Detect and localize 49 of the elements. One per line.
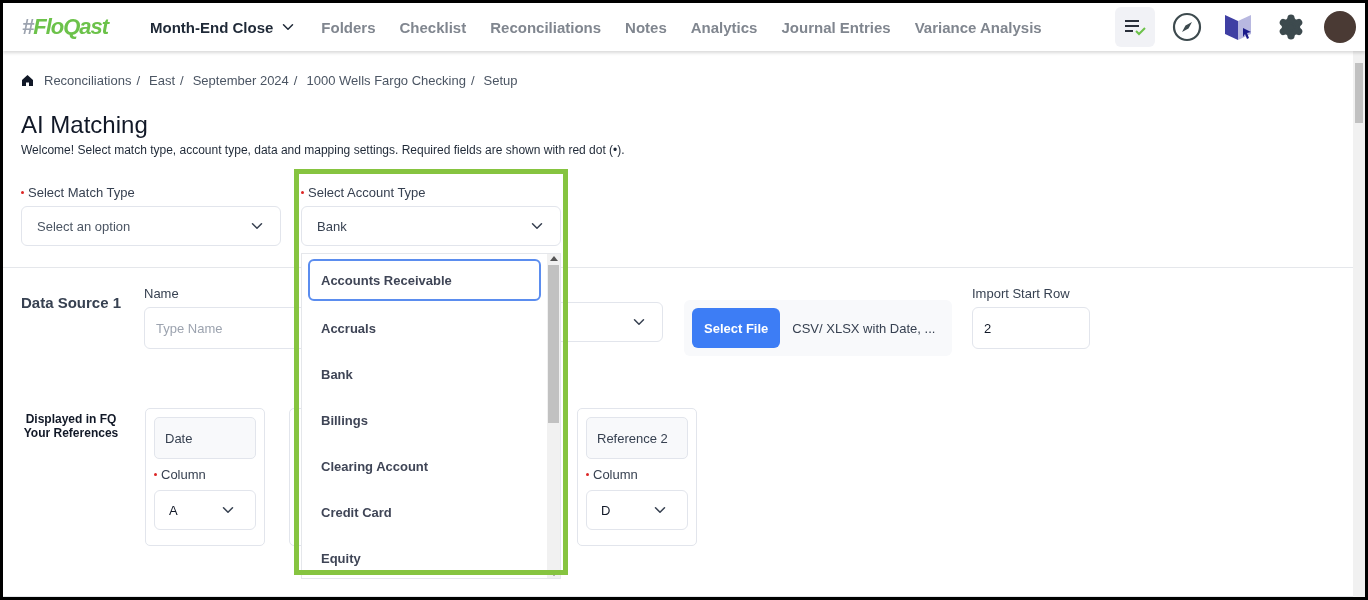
match-type-label: Select Match Type <box>21 185 281 200</box>
file-hint: CSV/ XLSX with Date, ... <box>792 320 936 336</box>
breadcrumb-link[interactable]: Reconciliations <box>44 72 132 88</box>
nav-link[interactable]: Reconciliations <box>490 18 602 36</box>
account-type-label: Select Account Type <box>301 185 561 200</box>
breadcrumb-separator: / <box>293 72 298 88</box>
breadcrumb-link[interactable]: 1000 Wells Fargo Checking <box>306 72 466 88</box>
breadcrumb-separator: / <box>180 72 184 88</box>
import-start-row-label: Import Start Row <box>972 286 1071 301</box>
breadcrumb-link[interactable]: Setup <box>483 72 518 88</box>
column-label: Column <box>154 467 256 482</box>
menu-option[interactable]: Credit Card <box>308 489 541 535</box>
nav-link[interactable]: Journal Entries <box>781 18 891 36</box>
nav-link[interactable]: Folders <box>321 18 376 36</box>
mapping-heading: Your References <box>23 426 119 440</box>
home-icon[interactable] <box>21 73 34 87</box>
section-title: Data Source 1 <box>21 294 123 311</box>
page-description: Welcome! Select match type, account type, data and mapping settings. Required fields are shown with red dot (•). <box>21 143 626 157</box>
import-start-row-input[interactable]: 2 <box>972 307 1090 349</box>
user-avatar[interactable] <box>1324 11 1356 43</box>
menu-option[interactable]: Clearing Account <box>308 443 541 489</box>
name-label: Name <box>144 286 180 301</box>
menu-option[interactable]: Accounts Receivable <box>308 259 541 301</box>
reference-name: Reference 2 <box>586 417 688 459</box>
workspace-dropdown[interactable]: Month-End Close <box>150 18 298 36</box>
column-select[interactable]: A <box>154 490 256 530</box>
match-type-select[interactable]: Select an option <box>21 206 281 246</box>
nav-link[interactable]: Checklist <box>399 18 467 36</box>
scroll-up-icon[interactable] <box>549 256 558 261</box>
column-label: Column <box>586 467 688 482</box>
select-file-button[interactable]: Select File <box>692 308 781 348</box>
nav-link[interactable]: Variance Analysis <box>914 18 1042 36</box>
breadcrumb-separator: / <box>136 72 141 88</box>
menu-option[interactable]: Billings <box>308 397 541 443</box>
breadcrumb-link[interactable]: September 2024 <box>192 72 289 88</box>
page-scrollbar[interactable] <box>1353 51 1365 597</box>
menu-option[interactable]: Bank <box>308 351 541 397</box>
breadcrumb-separator: / <box>470 72 475 88</box>
menu-scrollbar[interactable] <box>547 254 560 578</box>
reference-name: Date <box>154 417 256 459</box>
nav-link[interactable]: Analytics <box>690 18 758 36</box>
task-list-check-icon[interactable] <box>1115 7 1155 47</box>
column-select[interactable]: D <box>586 490 688 530</box>
nav-link[interactable]: Notes <box>625 18 667 36</box>
page-title: AI Matching <box>21 111 149 139</box>
menu-option[interactable]: Equity <box>308 535 541 581</box>
mapping-heading: Displayed in FQ <box>25 412 117 426</box>
breadcrumb-link[interactable]: East <box>149 72 176 88</box>
account-type-select[interactable]: Bank <box>301 206 561 246</box>
